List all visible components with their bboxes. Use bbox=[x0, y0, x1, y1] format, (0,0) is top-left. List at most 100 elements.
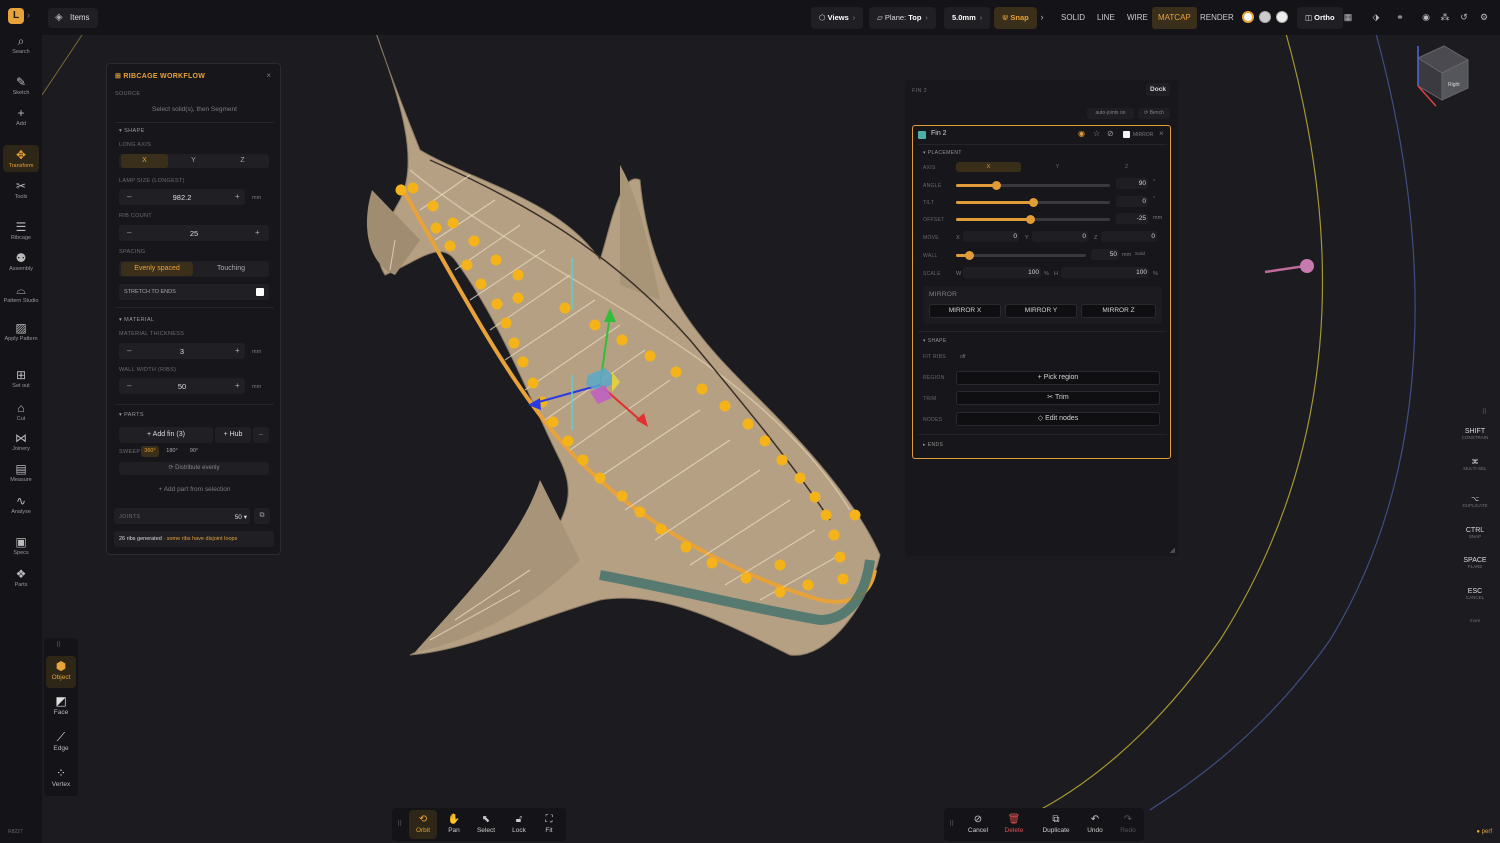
select-mode-edge[interactable]: ⟋ Edge bbox=[46, 730, 76, 752]
drag-handle-icon[interactable]: ⠿ bbox=[949, 820, 954, 828]
sidebar-item-transform[interactable]: ✥ Transform bbox=[3, 145, 39, 172]
settings-icon[interactable]: ⚙ bbox=[1478, 11, 1490, 23]
parts-section-toggle[interactable]: ▾ PARTS bbox=[119, 412, 144, 418]
tilt-slider[interactable] bbox=[956, 198, 1110, 207]
sidebar-item-sketch[interactable]: ✎ Sketch bbox=[3, 75, 39, 96]
lamp-size-value[interactable]: 982.2 bbox=[157, 193, 207, 202]
mode-line[interactable]: LINE bbox=[1091, 7, 1121, 29]
plus-icon[interactable]: + bbox=[255, 228, 260, 237]
sidebar-item-assembly[interactable]: ⚉ Assembly bbox=[3, 251, 39, 272]
close-icon[interactable]: × bbox=[1159, 129, 1164, 138]
add-hub-button[interactable]: + Hub bbox=[215, 427, 251, 443]
fin-axis-y[interactable]: Y bbox=[1025, 162, 1090, 172]
sidebar-item-set-out[interactable]: ⊞ Set out bbox=[3, 368, 39, 389]
axis-x-button[interactable]: X bbox=[121, 154, 168, 168]
fin-name[interactable]: Fin 2 bbox=[931, 130, 947, 137]
drag-handle-icon[interactable]: ⠿ bbox=[56, 641, 61, 649]
sidebar-item-tools[interactable]: ✂ Tools bbox=[3, 179, 39, 200]
angle-value[interactable]: 90 bbox=[1116, 180, 1146, 187]
move-z-value[interactable]: 0 bbox=[1101, 233, 1155, 240]
nav-lock[interactable]: 🔓︎ Lock bbox=[505, 810, 533, 839]
sidebar-item-add[interactable]: + Add bbox=[3, 106, 39, 127]
box-icon[interactable]: ⬗ bbox=[1370, 11, 1382, 23]
sidebar-item-measure[interactable]: ▤ Measure bbox=[3, 462, 39, 483]
sweep-180-button[interactable]: 180° bbox=[163, 446, 181, 457]
delete-button[interactable]: 🗑︎ Delete bbox=[1000, 810, 1028, 839]
fin-axis-x[interactable]: X bbox=[956, 162, 1021, 172]
axis-z-button[interactable]: Z bbox=[219, 154, 266, 168]
add-fin-button[interactable]: + Add fin (3) bbox=[119, 427, 213, 443]
undo-button[interactable]: ↶ Undo bbox=[1081, 810, 1109, 839]
shortcuts-more[interactable]: more bbox=[1458, 618, 1492, 623]
history-icon[interactable]: ↺ bbox=[1458, 11, 1470, 23]
plus-icon[interactable]: + bbox=[235, 346, 240, 355]
auto-joints-toggle[interactable]: auto-joints on bbox=[1087, 108, 1134, 119]
wall-width-value[interactable]: 50 bbox=[157, 382, 207, 391]
mirror-z-button[interactable]: MIRROR Z bbox=[1081, 304, 1156, 318]
shape-section-toggle[interactable]: ▾ SHAPE bbox=[119, 128, 145, 134]
angle-slider[interactable] bbox=[956, 181, 1110, 190]
plane-dropdown[interactable]: ⏥ Plane: Top › bbox=[869, 7, 936, 29]
offset-slider[interactable] bbox=[956, 215, 1110, 224]
offset-value[interactable]: -25 bbox=[1116, 215, 1146, 222]
minus-icon[interactable]: – bbox=[127, 381, 131, 390]
solid-toggle[interactable]: Solid bbox=[1135, 251, 1145, 256]
perf-indicator[interactable]: ● perf bbox=[1476, 829, 1492, 835]
items-button[interactable]: ◈ Items bbox=[48, 8, 98, 28]
spacing-touching-button[interactable]: Touching bbox=[195, 262, 267, 276]
placement-section-toggle[interactable]: ▾ PLACEMENT bbox=[923, 150, 962, 156]
select-mode-face[interactable]: ◩ Face bbox=[46, 694, 76, 716]
dock-button[interactable]: Dock bbox=[1146, 83, 1170, 96]
redo-button[interactable]: ↷ Redo bbox=[1114, 810, 1142, 839]
link-icon[interactable]: ⚭ bbox=[1394, 11, 1406, 23]
sidebar-item-pattern-studio[interactable]: ⌓ Pattern Studio bbox=[3, 283, 39, 304]
app-logo[interactable]: L bbox=[8, 8, 24, 24]
mirror-checkbox[interactable] bbox=[1123, 131, 1130, 138]
fin-shape-section-toggle[interactable]: ▾ SHAPE bbox=[923, 338, 947, 344]
nav-pan[interactable]: ✋ Pan bbox=[440, 810, 468, 839]
step-dropdown[interactable]: 5.0mm › bbox=[944, 7, 991, 29]
scale-h-value[interactable]: 100 bbox=[1061, 269, 1147, 276]
edit-nodes-button[interactable]: ◇ Edit nodes bbox=[956, 412, 1160, 426]
drag-handle-icon[interactable]: ⠿ bbox=[1482, 408, 1487, 416]
select-mode-object[interactable]: ⬢ Object bbox=[46, 656, 76, 688]
cancel-button[interactable]: ⊘ Cancel bbox=[964, 810, 992, 839]
nav-orbit[interactable]: ⟲ Orbit bbox=[409, 810, 437, 839]
grid-icon[interactable]: ▦ bbox=[1342, 11, 1354, 23]
sweep-90-button[interactable]: 90° bbox=[185, 446, 203, 457]
sidebar-item-apply-pattern[interactable]: ▨ Apply Pattern bbox=[3, 321, 39, 342]
sidebar-item-parts[interactable]: ❖ Parts bbox=[3, 567, 39, 588]
scale-w-value[interactable]: 100 bbox=[963, 269, 1039, 276]
chevron-right-icon[interactable]: › bbox=[1036, 11, 1048, 23]
close-icon[interactable]: × bbox=[266, 71, 271, 80]
bench-button[interactable]: ⟳ Bench bbox=[1138, 108, 1170, 119]
sidebar-item-analyse[interactable]: ∿ Analyse bbox=[3, 494, 39, 515]
matcap-swatch-1[interactable] bbox=[1242, 11, 1254, 23]
move-x-value[interactable]: 0 bbox=[963, 233, 1017, 240]
minus-icon[interactable]: – bbox=[127, 228, 131, 237]
matcap-swatch-2[interactable] bbox=[1259, 11, 1271, 23]
select-mode-vertex[interactable]: ⁘ Vertex bbox=[46, 766, 76, 788]
wall-slider[interactable] bbox=[956, 251, 1086, 260]
sidebar-item-specs[interactable]: ▣ Specs bbox=[3, 535, 39, 556]
rotation-handle[interactable] bbox=[1300, 259, 1314, 273]
sweep-360-button[interactable]: 360° bbox=[141, 446, 159, 457]
shark-model[interactable] bbox=[366, 29, 881, 656]
view-cube[interactable]: Right bbox=[1416, 45, 1470, 107]
mirror-x-button[interactable]: MIRROR X bbox=[929, 304, 1001, 318]
stretch-checkbox[interactable] bbox=[256, 288, 264, 296]
fin-wall-value[interactable]: 50 bbox=[1091, 251, 1117, 258]
sidebar-item-ribcage[interactable]: ☰ Ribcage bbox=[3, 220, 39, 241]
drag-handle-icon[interactable]: ⠿ bbox=[397, 820, 402, 828]
minus-icon[interactable]: – bbox=[127, 346, 131, 355]
eye-icon[interactable]: ◉ bbox=[1078, 129, 1085, 138]
matcap-swatch-3[interactable] bbox=[1276, 11, 1288, 23]
sidebar-item-joinery[interactable]: ⋈ Joinery bbox=[3, 431, 39, 452]
mode-wire[interactable]: WIRE bbox=[1121, 7, 1154, 29]
nav-select[interactable]: ⬉ Select bbox=[472, 810, 500, 839]
ortho-toggle[interactable]: ◫ Ortho bbox=[1297, 7, 1343, 29]
mode-matcap[interactable]: MATCAP bbox=[1152, 7, 1197, 29]
thickness-value[interactable]: 3 bbox=[157, 347, 207, 356]
axis-y-button[interactable]: Y bbox=[170, 154, 217, 168]
mode-solid[interactable]: SOLID bbox=[1055, 7, 1091, 29]
